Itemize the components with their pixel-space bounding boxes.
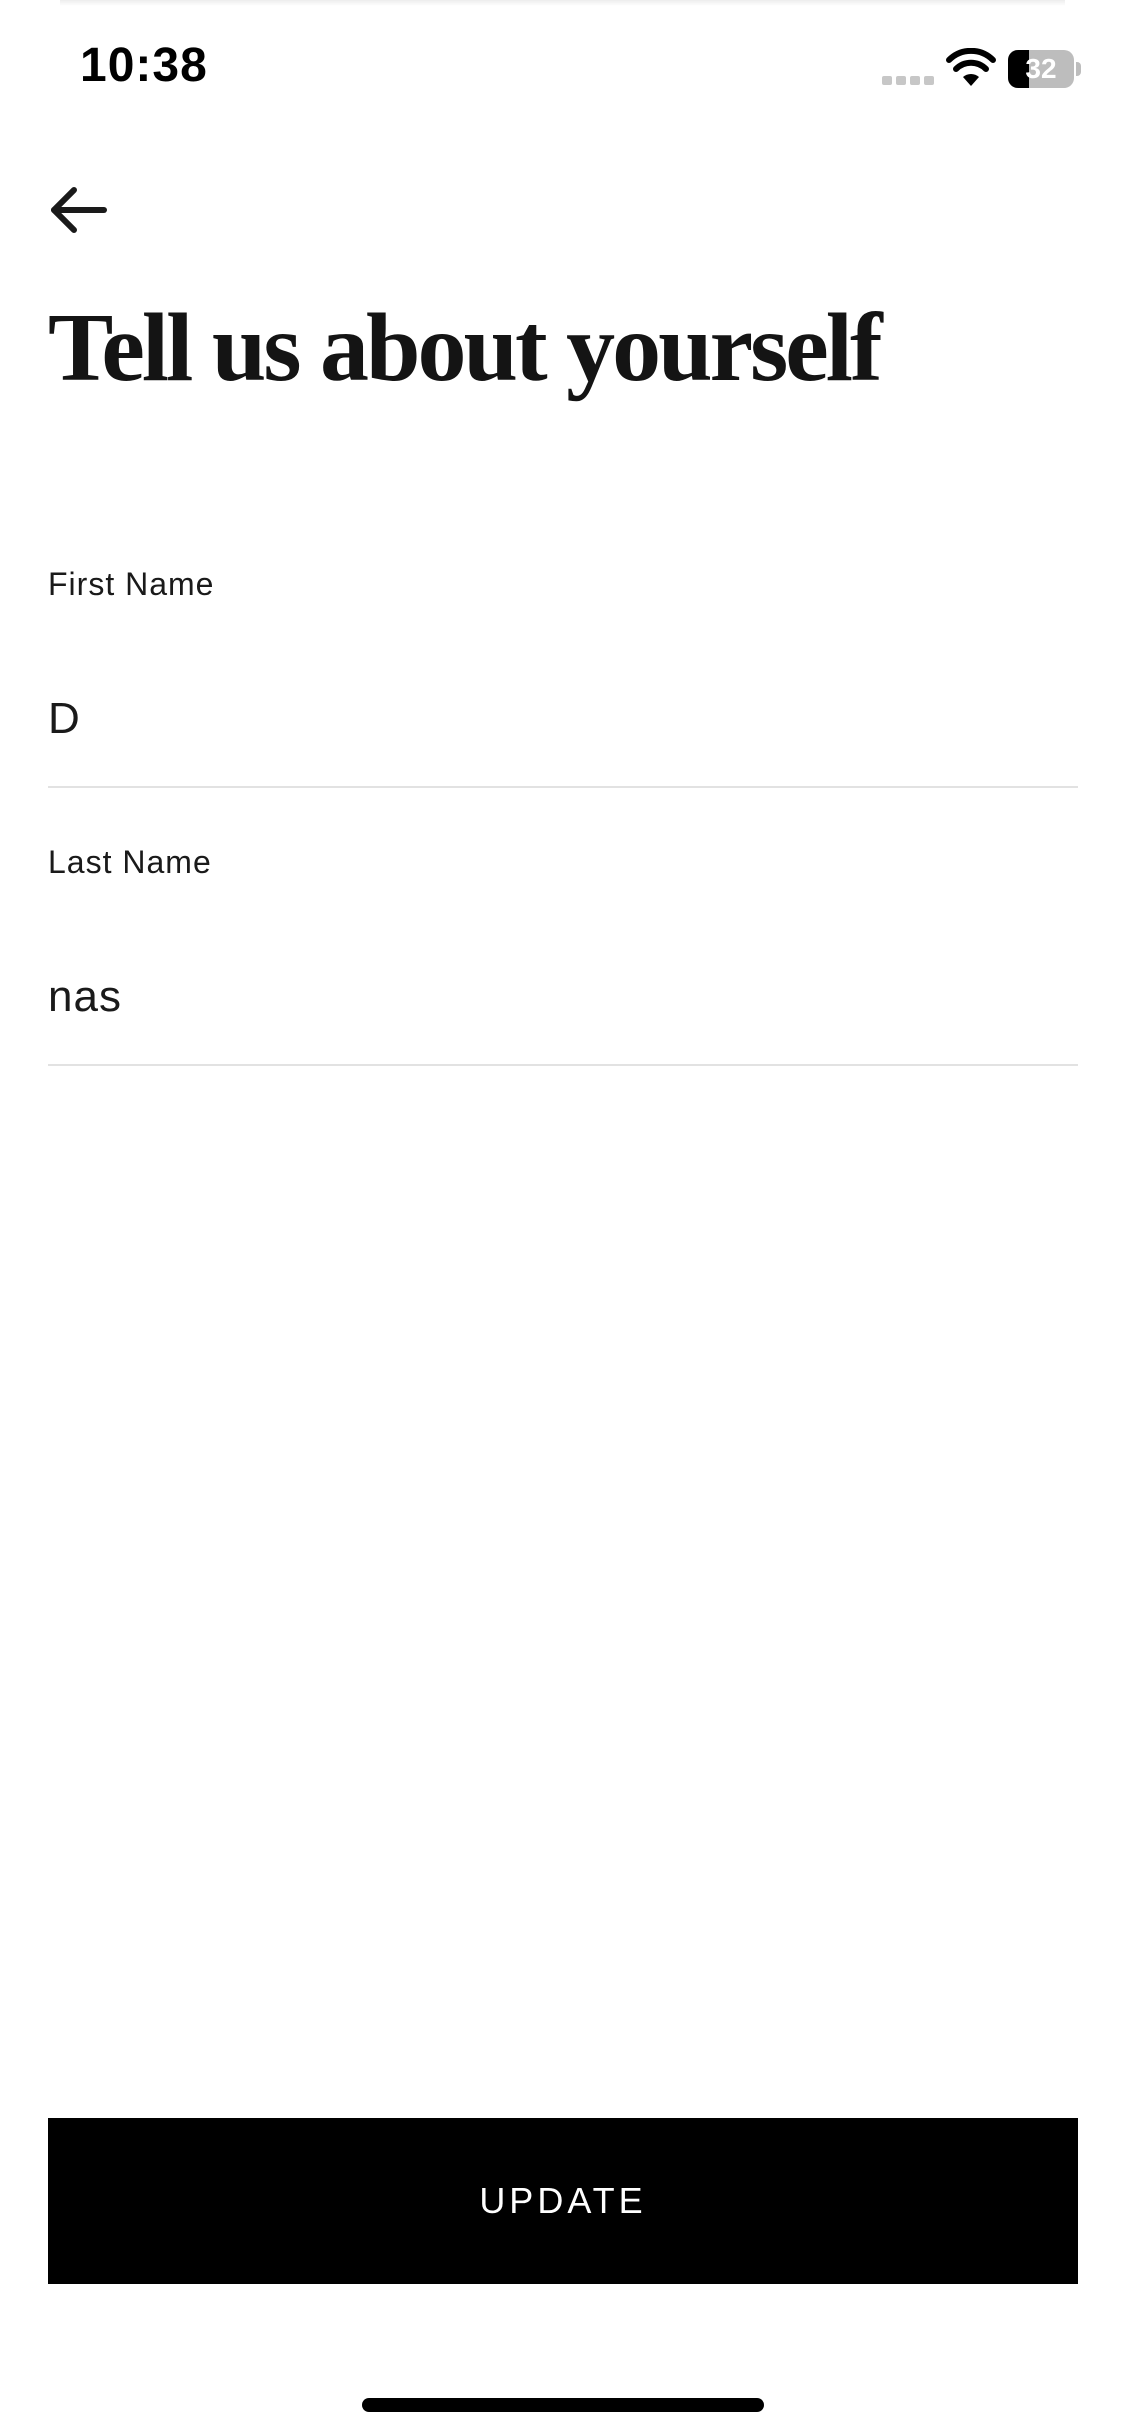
page-title: Tell us about yourself — [48, 294, 883, 402]
first-name-field: First Name — [48, 566, 1078, 788]
status-time: 10:38 — [80, 39, 208, 92]
battery-icon: 32 — [1008, 50, 1081, 88]
battery-body: 32 — [1008, 50, 1074, 88]
first-name-input[interactable] — [48, 684, 1078, 754]
arrow-left-icon — [51, 187, 107, 233]
home-indicator — [362, 2398, 764, 2412]
back-button[interactable] — [36, 168, 120, 252]
wifi-icon — [946, 48, 996, 86]
last-name-input[interactable] — [48, 962, 1078, 1032]
battery-level: 32 — [1025, 53, 1057, 84]
status-bar: 10:38 32 — [0, 0, 1125, 140]
cellular-signal-icon — [882, 76, 934, 85]
battery-cap — [1076, 62, 1081, 76]
update-button[interactable]: UPDATE — [48, 2118, 1078, 2284]
first-name-label: First Name — [48, 566, 215, 602]
last-name-label: Last Name — [48, 844, 212, 880]
last-name-field: Last Name — [48, 844, 1078, 1066]
